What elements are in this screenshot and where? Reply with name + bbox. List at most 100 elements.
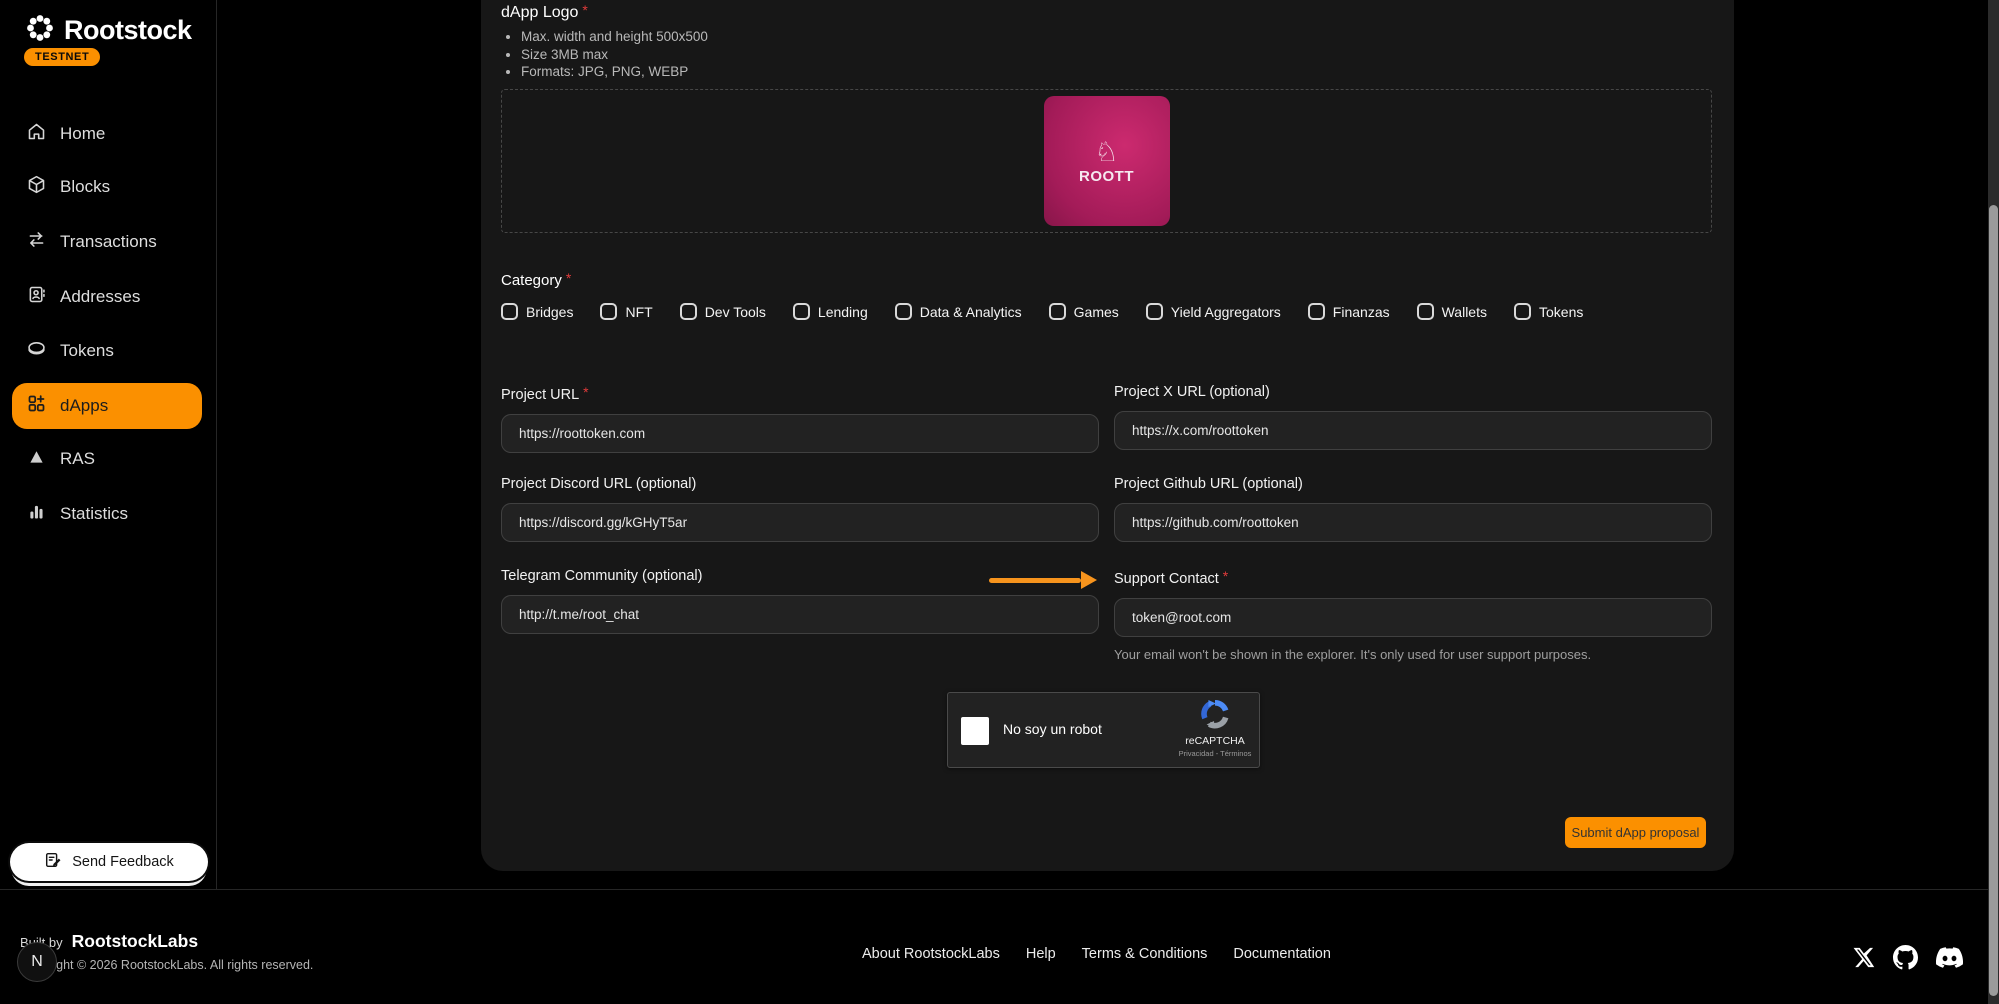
feedback-note-icon [44, 851, 62, 873]
x-twitter-icon[interactable] [1852, 946, 1875, 974]
support-contact-label: Support Contact* [1114, 568, 1712, 587]
category-option-finanzas[interactable]: Finanzas [1308, 303, 1390, 320]
chat-widget-bubble[interactable]: N [17, 942, 57, 982]
required-mark: * [582, 2, 587, 18]
discord-icon[interactable] [1936, 944, 1963, 976]
project-github-url-field: Project Github URL (optional) [1114, 476, 1712, 542]
logo-requirements-list: Max. width and height 500x500 Size 3MB m… [521, 28, 708, 81]
bar-chart-icon [26, 501, 47, 527]
project-url-label: Project URL* [501, 384, 1099, 403]
footer-link-about[interactable]: About RootstockLabs [862, 946, 1000, 962]
sidebar-item-label: dApps [60, 396, 108, 416]
sidebar-item-statistics[interactable]: Statistics [12, 491, 202, 537]
project-github-url-label: Project Github URL (optional) [1114, 476, 1712, 492]
required-mark: * [583, 384, 588, 400]
footer-divider [0, 889, 1999, 890]
footer-link-documentation[interactable]: Documentation [1233, 946, 1331, 962]
scrollbar-track[interactable] [1988, 0, 1999, 1004]
telegram-community-input[interactable] [501, 595, 1099, 634]
checkbox[interactable] [895, 303, 912, 320]
required-mark: * [1223, 568, 1228, 584]
sidebar-item-tokens[interactable]: Tokens [12, 328, 202, 374]
support-contact-field: Support Contact* Your email won't be sho… [1114, 568, 1712, 662]
triangle-icon [26, 446, 47, 472]
scrollbar-thumb[interactable] [1989, 205, 1998, 996]
support-contact-helper-text: Your email won't be shown in the explore… [1114, 647, 1712, 662]
home-icon [26, 121, 47, 147]
category-option-tokens[interactable]: Tokens [1514, 303, 1583, 320]
project-github-url-input[interactable] [1114, 503, 1712, 542]
checkbox[interactable] [1308, 303, 1325, 320]
checkbox[interactable] [793, 303, 810, 320]
logo-requirement: Size 3MB max [521, 46, 708, 64]
category-option-yield-aggregators[interactable]: Yield Aggregators [1146, 303, 1281, 320]
checkbox[interactable] [1514, 303, 1531, 320]
transfer-arrows-icon [26, 229, 47, 255]
knight-icon: ♘ [1094, 138, 1118, 166]
project-url-input[interactable] [501, 414, 1099, 453]
sidebar-item-addresses[interactable]: Addresses [12, 274, 202, 320]
project-url-field: Project URL* [501, 384, 1099, 453]
project-x-url-input[interactable] [1114, 411, 1712, 450]
category-option-dev-tools[interactable]: Dev Tools [680, 303, 766, 320]
recaptcha-privacy-links[interactable]: Privacidad - Términos [1178, 749, 1252, 758]
project-x-url-field: Project X URL (optional) [1114, 384, 1712, 450]
company-name[interactable]: RootstockLabs [72, 931, 198, 952]
submit-dapp-proposal-button[interactable]: Submit dApp proposal [1565, 817, 1706, 848]
sidebar-item-label: Blocks [60, 177, 110, 197]
dapp-proposal-form-card: dApp Logo* Max. width and height 500x500… [481, 0, 1734, 871]
support-contact-input[interactable] [1114, 598, 1712, 637]
recaptcha-widget: No soy un robot reCAPTCHA Privacidad - T… [947, 692, 1260, 768]
category-label: Category* [501, 270, 571, 289]
brand-name: Rootstock [64, 15, 192, 46]
checkbox[interactable] [600, 303, 617, 320]
logo-upload-dropzone[interactable]: ♘ ROOTT [501, 89, 1712, 233]
recaptcha-label: No soy un robot [1003, 721, 1102, 737]
category-option-nft[interactable]: NFT [600, 303, 652, 320]
github-icon[interactable] [1893, 945, 1918, 975]
category-option-wallets[interactable]: Wallets [1417, 303, 1487, 320]
sidebar-item-home[interactable]: Home [12, 111, 202, 157]
send-feedback-button[interactable]: Send Feedback [10, 843, 208, 881]
footer-links: About RootstockLabs Help Terms & Conditi… [862, 946, 1331, 962]
sidebar-item-label: Transactions [60, 232, 157, 252]
rootstock-flower-icon [24, 12, 56, 49]
footer-link-terms[interactable]: Terms & Conditions [1082, 946, 1208, 962]
checkbox[interactable] [1417, 303, 1434, 320]
send-feedback-label: Send Feedback [72, 854, 174, 870]
sidebar: Rootstock TESTNET Home Blocks Transactio… [0, 0, 217, 889]
category-option-bridges[interactable]: Bridges [501, 303, 573, 320]
project-discord-url-input[interactable] [501, 503, 1099, 542]
category-option-lending[interactable]: Lending [793, 303, 868, 320]
checkbox[interactable] [1049, 303, 1066, 320]
recaptcha-checkbox[interactable] [961, 717, 989, 745]
recaptcha-logo-icon [1200, 716, 1230, 733]
logo-preview[interactable]: ♘ ROOTT [1044, 96, 1170, 226]
sidebar-item-label: Home [60, 124, 105, 144]
checkbox[interactable] [1146, 303, 1163, 320]
category-option-games[interactable]: Games [1049, 303, 1119, 320]
logo-requirement: Max. width and height 500x500 [521, 28, 708, 46]
footer-brand: Built by RootstockLabs Copyright © 2026 … [20, 931, 313, 972]
sidebar-item-ras[interactable]: RAS [12, 436, 202, 482]
copyright-text: Copyright © 2026 RootstockLabs. All righ… [20, 958, 313, 972]
checkbox[interactable] [501, 303, 518, 320]
recaptcha-brand: reCAPTCHA Privacidad - Términos [1178, 699, 1252, 758]
footer-social-icons [1852, 944, 1963, 976]
sidebar-item-label: Tokens [60, 341, 114, 361]
recaptcha-brand-text: reCAPTCHA [1178, 735, 1252, 747]
logo-requirement: Formats: JPG, PNG, WEBP [521, 63, 708, 81]
brand-logo[interactable]: Rootstock [24, 12, 192, 49]
project-discord-url-field: Project Discord URL (optional) [501, 476, 1099, 542]
required-mark: * [566, 270, 571, 286]
sidebar-item-label: Statistics [60, 504, 128, 524]
sidebar-item-transactions[interactable]: Transactions [12, 219, 202, 265]
footer-link-help[interactable]: Help [1026, 946, 1056, 962]
sidebar-item-dapps[interactable]: dApps [12, 383, 202, 429]
category-option-data-analytics[interactable]: Data & Analytics [895, 303, 1022, 320]
sidebar-item-label: RAS [60, 449, 95, 469]
coin-icon [26, 338, 47, 364]
sidebar-item-blocks[interactable]: Blocks [12, 164, 202, 210]
checkbox[interactable] [680, 303, 697, 320]
contact-card-icon [26, 284, 47, 310]
